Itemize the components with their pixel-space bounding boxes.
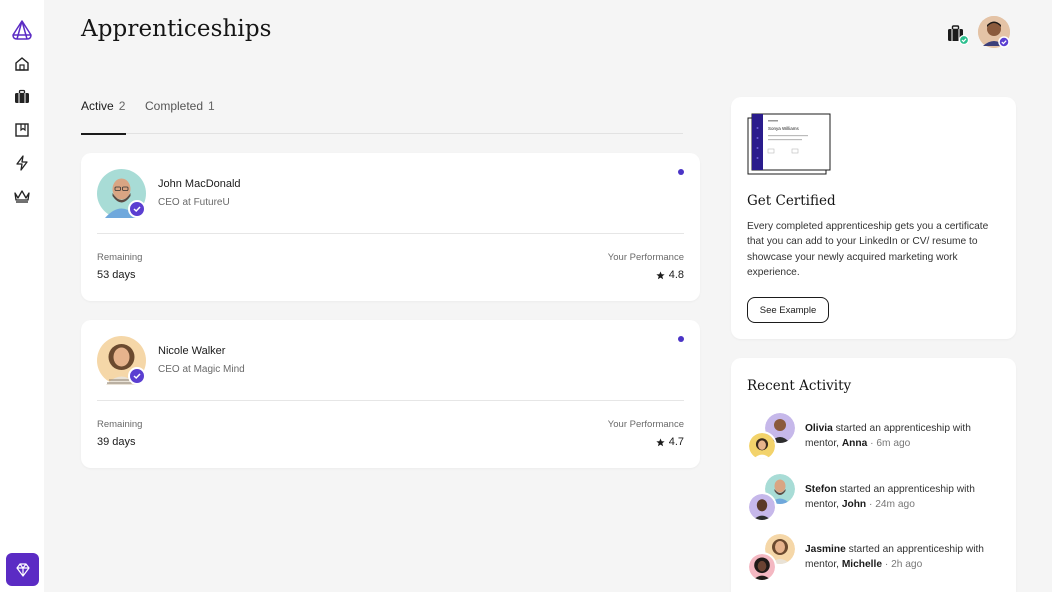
activity-mentor: Anna xyxy=(841,438,868,450)
activity-text: Olivia started an apprenticeship with me… xyxy=(805,421,1005,452)
performance-label: Your Performance xyxy=(607,252,684,263)
remaining-value: 39 days xyxy=(97,436,136,448)
user-avatar[interactable] xyxy=(978,16,1010,48)
activity-text: Jasmine started an apprenticeship with m… xyxy=(805,542,1005,573)
sidebar xyxy=(0,0,44,592)
home-icon[interactable] xyxy=(12,54,32,74)
remaining-value: 53 days xyxy=(97,269,136,281)
tab-completed[interactable]: Completed 1 xyxy=(145,99,215,134)
apprenticeship-card[interactable]: Nicole Walker CEO at Magic Mind Remainin… xyxy=(81,320,700,468)
tab-active[interactable]: Active 2 xyxy=(81,99,127,135)
mentor-role: CEO at FutureU xyxy=(158,197,230,208)
briefcase-icon[interactable] xyxy=(12,87,32,107)
activity-user: Jasmine xyxy=(805,544,846,555)
user-avatar xyxy=(747,492,777,522)
remaining-label: Remaining xyxy=(97,419,143,430)
lightning-icon[interactable] xyxy=(12,153,32,173)
verified-badge-icon xyxy=(128,367,146,385)
activity-user: Stefon xyxy=(805,484,837,495)
rating: 4.8 xyxy=(668,269,684,281)
mentor-role: CEO at Magic Mind xyxy=(158,364,245,375)
performance-label: Your Performance xyxy=(607,419,684,430)
divider xyxy=(97,400,684,401)
divider xyxy=(97,233,684,234)
diamond-icon[interactable] xyxy=(6,553,39,586)
apprenticeship-card[interactable]: John MacDonald CEO at FutureU Remaining … xyxy=(81,153,700,301)
logo-icon[interactable] xyxy=(10,19,34,41)
certified-title: Get Certified xyxy=(747,193,836,209)
activity-avatars xyxy=(747,413,797,463)
performance-value: 4.8 xyxy=(656,269,684,281)
activity-time: · 24m ago xyxy=(866,499,915,511)
remaining-label: Remaining xyxy=(97,252,143,263)
get-certified-card: Sonya Williams Get Certified Every compl… xyxy=(731,97,1016,339)
certified-description: Every completed apprenticeship gets you … xyxy=(747,221,989,278)
user-avatar xyxy=(747,552,777,582)
tab-bar: Active 2 Completed 1 xyxy=(81,99,683,135)
certificate-preview-name: Sonya Williams xyxy=(768,126,800,131)
activity-item[interactable]: Stefon started an apprenticeship with me… xyxy=(747,474,1007,524)
activity-item[interactable]: Jasmine started an apprenticeship with m… xyxy=(747,534,1007,584)
recent-activity-card: Recent Activity Olivia started an appren… xyxy=(731,358,1016,592)
activity-item[interactable]: Olivia started an apprenticeship with me… xyxy=(747,413,1007,463)
star-icon xyxy=(656,270,665,279)
activity-mentor: Michelle xyxy=(841,559,883,571)
see-example-button[interactable]: See Example xyxy=(747,297,829,323)
status-dot xyxy=(678,336,684,342)
tab-label: Completed xyxy=(145,99,204,113)
activity-avatars xyxy=(747,534,797,584)
verified-badge-icon xyxy=(128,200,146,218)
star-icon xyxy=(656,437,665,446)
activity-avatars xyxy=(747,474,797,524)
performance-value: 4.7 xyxy=(656,436,684,448)
certificate-preview: Sonya Williams xyxy=(747,113,831,175)
activity-time: · 2h ago xyxy=(882,559,923,571)
recent-activity-title: Recent Activity xyxy=(747,378,852,394)
user-avatar xyxy=(747,431,777,461)
briefcase-check-icon[interactable] xyxy=(945,22,970,46)
mentor-name: Nicole Walker xyxy=(158,345,226,357)
crown-icon[interactable] xyxy=(12,186,32,206)
activity-user: Olivia xyxy=(805,423,833,434)
tab-count: 1 xyxy=(208,99,215,113)
bookmark-icon[interactable] xyxy=(12,120,32,140)
page-title: Apprenticeships xyxy=(81,16,272,42)
activity-mentor: John xyxy=(841,499,867,511)
tab-count: 2 xyxy=(118,99,126,113)
status-dot xyxy=(678,169,684,175)
tab-label: Active xyxy=(81,99,114,113)
activity-time: · 6m ago xyxy=(867,438,911,450)
mentor-name: John MacDonald xyxy=(158,178,241,190)
rating: 4.7 xyxy=(668,436,684,448)
activity-text: Stefon started an apprenticeship with me… xyxy=(805,482,1005,513)
